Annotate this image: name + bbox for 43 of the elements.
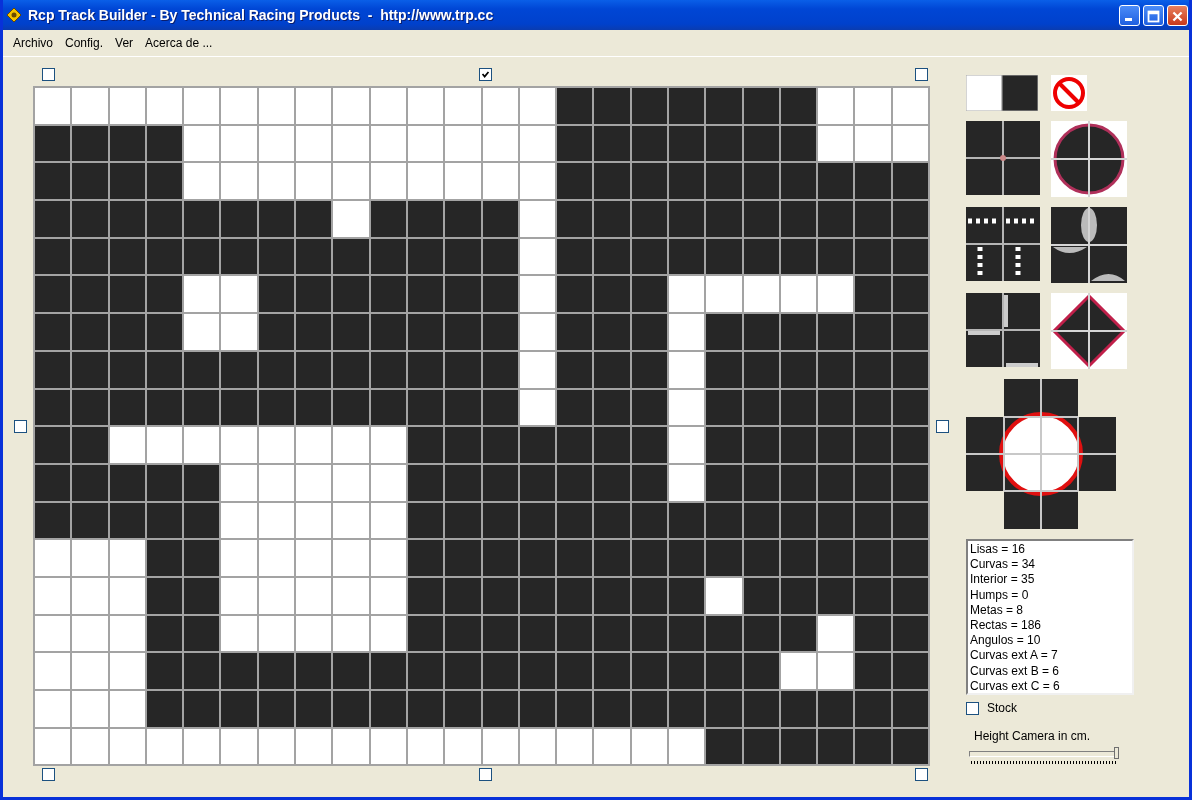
menu-item[interactable]: Ver [109,34,140,52]
menu-item[interactable]: Archivo [7,34,59,52]
checkbox[interactable] [14,419,27,433]
camera-height-slider[interactable] [969,747,1119,767]
stat-line: Curvas = 34 [970,557,1037,573]
rail-tiles-icon[interactable] [966,293,1040,367]
diamond-tile-icon[interactable] [1051,293,1127,369]
dark-tiles-icon[interactable] [966,121,1040,195]
checkbox[interactable] [915,768,928,782]
no-entry-icon[interactable] [1051,75,1087,111]
hump-tiles-icon[interactable] [1051,207,1127,283]
menu-item[interactable]: Config. [59,34,110,52]
checkbox[interactable] [915,68,928,81]
circle-tile-icon[interactable] [1051,121,1127,197]
stock-checkbox[interactable] [966,701,979,715]
close-button[interactable] [1167,4,1188,26]
checkbox[interactable] [42,68,55,81]
checkbox[interactable] [478,768,492,782]
checkered-tiles-icon[interactable] [966,207,1040,281]
slider-thumb[interactable] [1114,747,1119,759]
stat-line: Angulos = 10 [970,633,1042,649]
stat-line: Curvas ext C = 6 [970,678,1061,695]
checkmark-icon [479,69,491,80]
stat-line: Interior = 35 [970,572,1036,588]
maximize-button[interactable] [1143,4,1164,26]
stat-line: Humps = 0 [970,587,1030,603]
stat-line: Curvas ext A = 7 [970,648,1059,664]
stat-line: Lisas = 16 [970,542,1027,558]
stat-line: Curvas ext B = 6 [970,663,1061,679]
checkbox[interactable] [936,419,949,433]
app-logo-icon [6,7,22,23]
checkbox[interactable] [42,768,55,782]
minimize-button[interactable] [1119,4,1140,26]
camera-height-label: Height Camera in cm. [974,729,1092,743]
checkbox[interactable] [478,68,492,81]
menu-item[interactable]: Acerca de ... [139,34,219,52]
stat-line: Rectas = 186 [970,618,1043,634]
stock-label: Stock [987,701,1017,715]
minimize-icon [1125,17,1132,21]
stat-line: Metas = 8 [970,602,1025,618]
window-title: Rcp Track Builder - By Technical Racing Products - http://www.trp.cc [28,7,494,23]
tile-pair-icon[interactable] [966,75,1038,111]
roundabout-tiles-icon[interactable] [966,379,1116,529]
